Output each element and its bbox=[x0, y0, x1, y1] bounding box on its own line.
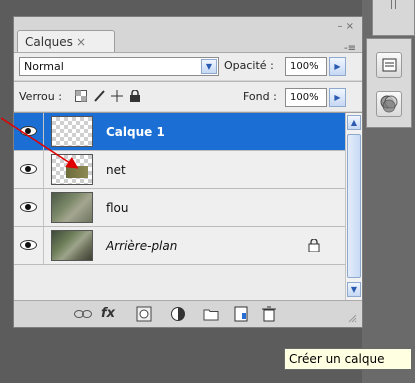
layer-row-arriere-plan[interactable]: Arrière-plan bbox=[14, 227, 345, 265]
annotation-arrow bbox=[1, 117, 79, 169]
scroll-thumb[interactable] bbox=[347, 134, 361, 278]
fx-icon[interactable]: fx bbox=[101, 306, 115, 321]
dock-panel bbox=[366, 38, 412, 128]
visibility-toggle[interactable] bbox=[14, 227, 44, 264]
channels-panel-button[interactable] bbox=[376, 91, 402, 117]
scroll-down-icon[interactable]: ▼ bbox=[347, 282, 361, 297]
fill-field[interactable]: 100% bbox=[285, 88, 327, 107]
layer-list-scrollbar[interactable]: ▲ ▼ bbox=[345, 113, 362, 301]
panel-window-controls[interactable]: – × bbox=[337, 21, 354, 32]
fill-label: Fond : bbox=[243, 90, 277, 103]
navigator-panel-button[interactable] bbox=[376, 52, 402, 78]
opacity-label: Opacité : bbox=[224, 59, 274, 72]
layer-thumbnail bbox=[51, 230, 93, 261]
padlock-icon bbox=[308, 239, 320, 252]
layer-list: Calque 1 net flou Arrière-plan ▲ ▼ bbox=[1, 112, 362, 301]
opacity-slider-button[interactable]: ▶ bbox=[329, 57, 346, 76]
opacity-field[interactable]: 100% bbox=[285, 57, 327, 76]
layers-panel: – × Calques × -≡ Normal ▼ Opacité : 100% … bbox=[1, 16, 363, 328]
folder-icon[interactable] bbox=[203, 306, 219, 322]
resize-grip-icon[interactable] bbox=[347, 313, 357, 323]
layer-name: Arrière-plan bbox=[106, 239, 178, 253]
adjustment-icon[interactable] bbox=[170, 306, 186, 322]
layers-toolbar: fx bbox=[14, 300, 362, 327]
scroll-up-icon[interactable]: ▲ bbox=[347, 115, 361, 130]
eye-icon bbox=[20, 240, 37, 250]
mask-icon[interactable] bbox=[136, 306, 152, 322]
lock-all-padlock-icon[interactable] bbox=[129, 90, 141, 102]
tooltip: Créer un calque bbox=[284, 348, 412, 370]
chevron-down-icon[interactable]: ▼ bbox=[201, 59, 217, 74]
trash-icon[interactable] bbox=[261, 306, 277, 322]
dock-collapse-button[interactable]: || bbox=[372, 0, 415, 36]
fill-slider-button[interactable]: ▶ bbox=[329, 88, 346, 107]
panel-icon bbox=[382, 58, 397, 72]
new-layer-icon[interactable] bbox=[233, 306, 249, 322]
link-icon[interactable] bbox=[74, 309, 92, 319]
channels-icon bbox=[380, 95, 398, 113]
